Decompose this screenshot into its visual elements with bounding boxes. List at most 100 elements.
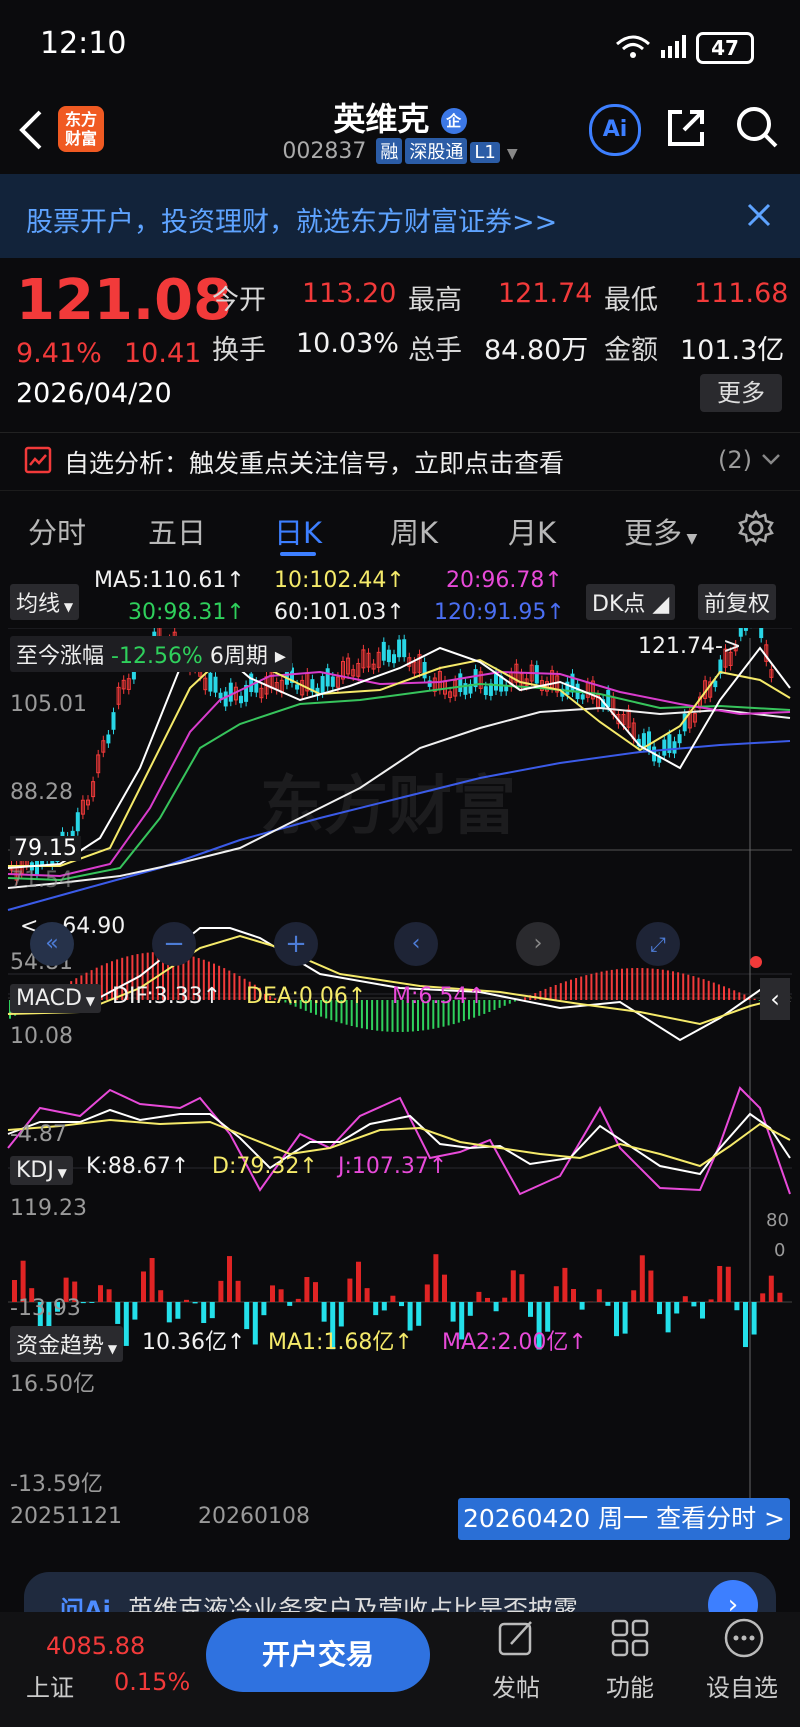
fund-bar	[175, 1302, 181, 1319]
more-dots-icon[interactable]	[722, 1616, 766, 1660]
add-watch-label[interactable]: 设自选	[706, 1668, 778, 1703]
candle-body	[106, 734, 111, 744]
fund-bar	[528, 1302, 533, 1317]
open-account-trade-button[interactable]: 开户交易	[206, 1618, 430, 1692]
candle-body	[208, 672, 213, 692]
fund-bar	[141, 1271, 146, 1302]
fund-bar	[605, 1302, 611, 1306]
index-value[interactable]: 4085.88	[46, 1632, 145, 1660]
change-value: 10.41	[124, 338, 202, 369]
tab-monthly-k[interactable]: 月K	[508, 510, 556, 552]
candle-body	[249, 673, 254, 693]
ma-selector[interactable]: 均线 ▼	[10, 584, 80, 620]
fund-bar	[519, 1274, 525, 1302]
fund-bar	[209, 1302, 215, 1319]
fund-bar	[321, 1302, 327, 1322]
move-left-icon[interactable]: ‹	[394, 922, 438, 966]
fund-bar	[106, 1289, 112, 1302]
fund-bar	[270, 1285, 275, 1302]
macd-selector[interactable]: MACD ▼	[10, 984, 101, 1013]
analysis-count[interactable]: (2)	[718, 446, 752, 474]
move-right-icon[interactable]: ›	[516, 922, 560, 966]
kdj-0-label: 0	[774, 1240, 786, 1261]
view-intraday-button[interactable]: 20260420 周一 查看分时 >	[458, 1498, 790, 1540]
fund-bar	[356, 1261, 361, 1302]
fund-bar	[390, 1295, 396, 1302]
fund-bar	[261, 1302, 267, 1316]
battery-indicator: 47	[696, 32, 754, 64]
post-label[interactable]: 发帖	[492, 1668, 540, 1703]
macd-top-label: 10.08	[10, 1024, 73, 1049]
candle-body	[641, 733, 646, 748]
kdj-80-label: 80	[766, 1210, 789, 1231]
kdj-d: D:79.32↑	[212, 1154, 318, 1179]
candle-body	[672, 741, 677, 754]
function-icon[interactable]	[610, 1618, 650, 1658]
fund-bar	[485, 1297, 490, 1302]
fund-bar	[192, 1302, 198, 1304]
candle-body	[606, 689, 611, 708]
search-icon[interactable]	[734, 104, 780, 150]
fund-bar	[201, 1302, 207, 1324]
turnover-value: 10.03%	[296, 328, 399, 359]
post-icon[interactable]	[497, 1618, 537, 1658]
tab-daily-k[interactable]: 日K	[274, 510, 322, 552]
fund-bar	[734, 1302, 740, 1311]
index-name[interactable]: 上证	[26, 1668, 74, 1703]
y-label: 105.01	[10, 692, 87, 717]
adjust-button[interactable]: 前复权	[698, 584, 777, 620]
current-price: 121.08	[16, 268, 233, 333]
fund-bar	[347, 1278, 353, 1302]
tab-active-indicator	[280, 552, 316, 556]
fund-bar	[450, 1302, 456, 1322]
chevron-down-icon[interactable]	[760, 452, 782, 468]
fund-bar	[768, 1275, 774, 1302]
promo-banner-text[interactable]: 股票开户，投资理财，就选东方财富证券>>	[26, 200, 557, 239]
analysis-text[interactable]: 自选分析：触发重点关注信号，立即点击查看	[64, 444, 564, 480]
volume-value: 84.80万	[484, 335, 589, 366]
ma30-value: 30:98.31↑	[128, 600, 245, 625]
fund-bar	[381, 1302, 387, 1311]
fund-bar	[80, 1302, 86, 1304]
fund-bar	[252, 1302, 258, 1345]
tab-weekly-k[interactable]: 周K	[390, 510, 438, 552]
gear-icon[interactable]	[738, 510, 774, 546]
dk-point-button[interactable]: DK点 ◢	[586, 584, 676, 620]
tab-five-day[interactable]: 五日	[148, 510, 206, 552]
fund-bar	[691, 1302, 697, 1307]
candle-body	[759, 628, 764, 639]
function-label[interactable]: 功能	[606, 1668, 654, 1703]
kdj-selector[interactable]: KDJ ▼	[10, 1156, 73, 1185]
index-pct[interactable]: 0.15%	[114, 1668, 190, 1696]
candle-body	[402, 639, 407, 658]
period-change-chip[interactable]: 至今涨幅 -12.56% 6周期 ▸	[10, 636, 292, 672]
fullscreen-icon[interactable]: ⤢	[636, 922, 680, 966]
ai-icon[interactable]: Ai	[589, 104, 641, 156]
collapse-panel-icon[interactable]: ‹	[760, 978, 790, 1020]
macd-dea: DEA:0.06↑	[246, 984, 367, 1009]
fund-bar	[700, 1302, 705, 1319]
kdj-j: J:107.37↑	[338, 1154, 448, 1179]
tab-intraday[interactable]: 分时	[28, 510, 86, 552]
more-button[interactable]: 更多	[700, 374, 782, 412]
fund-selector[interactable]: 资金趋势 ▼	[10, 1326, 124, 1362]
close-icon[interactable]	[746, 202, 772, 228]
scroll-left-fast-icon[interactable]: «	[30, 922, 74, 966]
candle-body	[381, 641, 386, 661]
tab-more[interactable]: 更多 ▼	[624, 510, 697, 552]
candle-body	[534, 665, 539, 684]
share-icon[interactable]	[664, 106, 708, 150]
candle-body	[397, 639, 402, 658]
candle-body	[647, 731, 651, 751]
fund-bar	[304, 1277, 310, 1302]
candle-body	[213, 676, 218, 693]
amount-label: 金额	[604, 335, 658, 366]
candle-body	[392, 654, 396, 664]
y-label: 88.28	[10, 780, 73, 805]
fund-bar	[553, 1286, 559, 1302]
kline-chart[interactable]: 东方财富	[0, 628, 800, 1508]
zoom-in-icon[interactable]: +	[274, 922, 318, 966]
low-label: 最低	[604, 285, 658, 316]
zoom-out-icon[interactable]: −	[152, 922, 196, 966]
fund-bar	[158, 1290, 164, 1302]
